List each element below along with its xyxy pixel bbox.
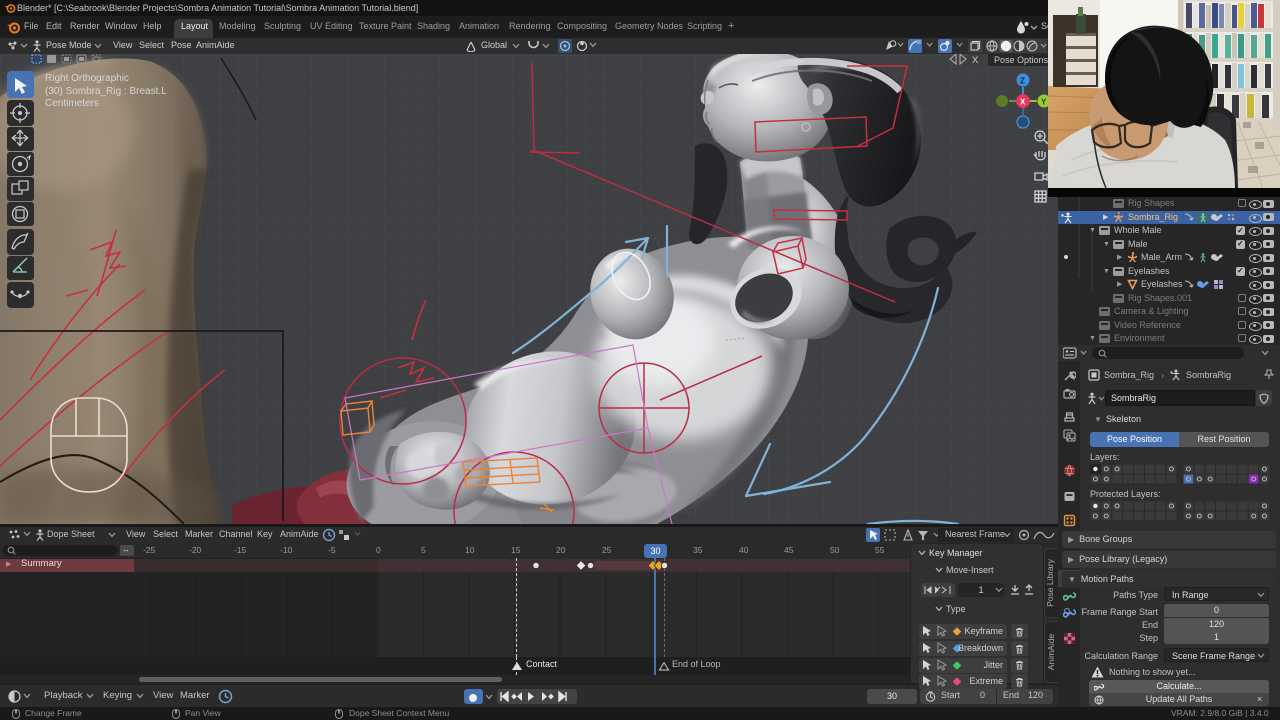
svg-text:Centimeters: Centimeters <box>45 98 99 109</box>
svg-text:Pose Options: Pose Options <box>994 55 1049 65</box>
svg-text:X: X <box>1020 98 1026 107</box>
svg-text:(30) Sombra_Rig : Breast.L: (30) Sombra_Rig : Breast.L <box>45 86 167 97</box>
svg-text:Z: Z <box>1020 77 1025 86</box>
svg-text:Right Orthographic: Right Orthographic <box>45 73 129 84</box>
svg-text:Y: Y <box>1041 98 1047 107</box>
svg-text:X: X <box>972 55 979 66</box>
